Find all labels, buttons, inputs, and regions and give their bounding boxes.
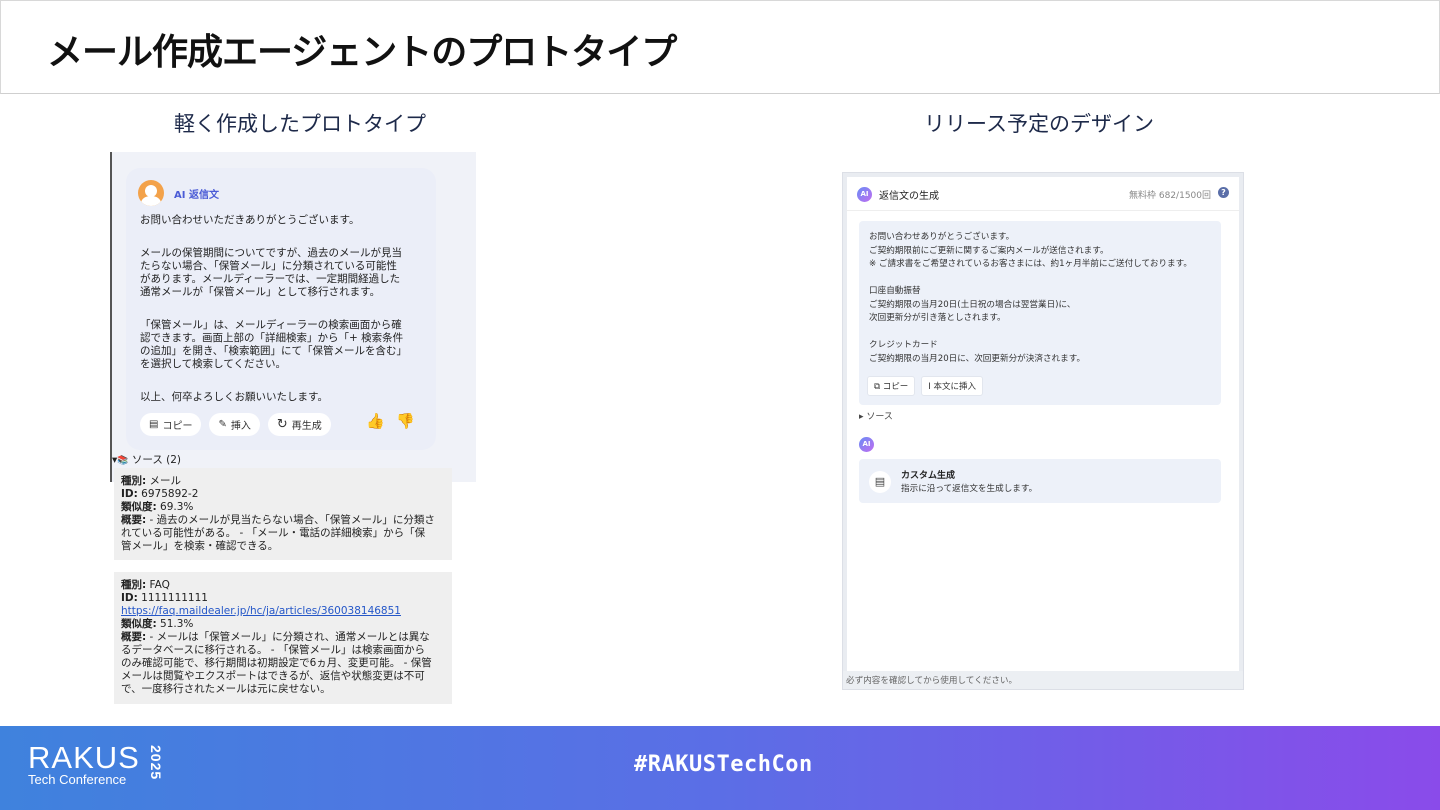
disclaimer-note: 必ず内容を確認してから使用してください。: [843, 671, 1243, 689]
ai-reply-label: AI 返信文: [174, 189, 219, 201]
custom-generate-button[interactable]: ▤ カスタム生成 指示に沿って返信文を生成します。: [859, 459, 1221, 503]
left-column-title: 軽く作成したプロトタイプ: [174, 112, 426, 136]
rakus-logo: RAKUS Tech Conference 2025: [28, 740, 164, 787]
design-screenshot: AI 返信文の生成 無料枠 682/1500回 ? お問い合わせありがとうござい…: [842, 172, 1244, 690]
header-bar: メール作成エージェントのプロトタイプ: [0, 0, 1440, 94]
design-title: 返信文の生成: [879, 191, 939, 202]
reply-paragraph-1: メールの保管期間についてですが、過去のメールが見当 たらない場合、「保管メール」…: [140, 247, 402, 298]
reply-paragraph-2: 「保管メール」は、メールディーラーの検索画面から確 認できます。画面上部の「詳細…: [140, 319, 408, 370]
copy-button[interactable]: ⧉ コピー: [867, 376, 916, 396]
copy-icon: ⧉: [874, 382, 881, 392]
insert-button[interactable]: ✎ 挿入: [209, 413, 260, 436]
copy-button[interactable]: ▤ コピー: [140, 413, 202, 436]
quota-text: 無料枠 682/1500回: [1129, 191, 1211, 201]
source-item: 種別: FAQ ID: 1111111111 https://faq.maild…: [114, 572, 452, 704]
insert-into-body-button[interactable]: I 本文に挿入: [921, 376, 984, 396]
books-icon: 📚: [117, 456, 129, 466]
help-icon[interactable]: ?: [1218, 187, 1229, 198]
text-cursor-icon: I: [928, 382, 931, 392]
sources-toggle[interactable]: ▾📚 ソース (2): [112, 452, 181, 467]
thumbs-up-icon[interactable]: 👍: [366, 412, 385, 430]
custom-generate-subtitle: 指示に沿って返信文を生成します。: [901, 484, 1038, 494]
ai-badge-icon: AI: [859, 437, 874, 452]
reply-actions: ▤ コピー ✎ 挿入 ↻ 再生成: [140, 413, 331, 436]
right-column-title: リリース予定のデザイン: [924, 112, 1154, 136]
hashtag: #RAKUSTechCon: [634, 752, 813, 777]
refresh-icon: ↻: [276, 417, 288, 432]
ai-badge-icon: AI: [857, 187, 872, 202]
document-icon: ▤: [869, 471, 891, 493]
footer-bar: RAKUS Tech Conference 2025 #RAKUSTechCon: [0, 726, 1440, 810]
source-toggle[interactable]: ▸ ソース: [859, 409, 893, 422]
ai-reply-header: AI 返信文: [138, 180, 219, 206]
prototype-screenshot: AI 返信文 お問い合わせいただきありがとうございます。 メールの保管期間につい…: [106, 152, 476, 708]
design-header: AI 返信文の生成 無料枠 682/1500回 ?: [847, 177, 1239, 211]
generated-reply-text: お問い合わせありがとうございます。 ご契約期限前にご更新に関するご案内メールが送…: [869, 232, 1192, 364]
thumbs-down-icon[interactable]: 👎: [396, 412, 415, 430]
regenerate-button[interactable]: ↻ 再生成: [267, 413, 331, 436]
reply-closing: 以上、何卒よろしくお願いいたします。: [140, 391, 328, 403]
generated-reply: お問い合わせありがとうございます。 ご契約期限前にご更新に関するご案内メールが送…: [859, 221, 1221, 405]
page-title: メール作成エージェントのプロトタイプ: [47, 32, 677, 73]
custom-generate-title: カスタム生成: [901, 471, 956, 481]
ai-reply-card: AI 返信文: [126, 168, 436, 450]
avatar-icon: [138, 180, 164, 206]
reply-greeting: お問い合わせいただきありがとうございます。: [140, 214, 360, 226]
slide: メール作成エージェントのプロトタイプ 軽く作成したプロトタイプ リリース予定のデ…: [0, 0, 1440, 810]
reply-actions: ⧉ コピー I 本文に挿入: [867, 376, 984, 396]
faq-link[interactable]: https://faq.maildealer.jp/hc/ja/articles…: [121, 605, 445, 618]
paperclip-icon: ✎: [218, 419, 227, 430]
design-panel: AI 返信文の生成 無料枠 682/1500回 ? お問い合わせありがとうござい…: [847, 177, 1239, 671]
source-item: 種別: メール ID: 6975892-2 類似度: 69.3% 概要: - 過…: [114, 468, 452, 560]
copy-icon: ▤: [149, 419, 159, 430]
